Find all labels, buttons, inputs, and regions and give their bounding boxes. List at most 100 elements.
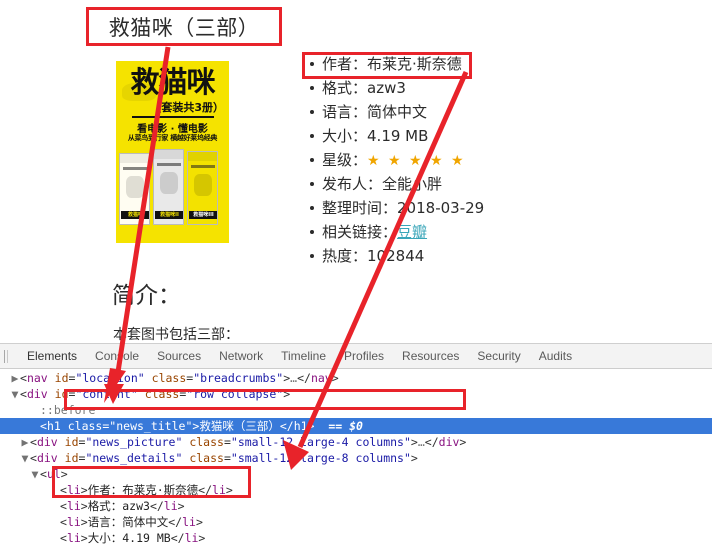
- devtools-tab-elements[interactable]: Elements: [18, 345, 86, 368]
- detail-item: 整理时间：2018-03-29: [309, 196, 484, 220]
- cover-book-stack: 救猫咪 救猫咪II 救猫咪III: [118, 147, 227, 225]
- dom-token-punct: >: [198, 531, 206, 544]
- dom-row[interactable]: ▼ <div id="news_details" class="small-12 …: [0, 450, 712, 466]
- dom-token-tag: li: [182, 515, 196, 529]
- disclosure-triangle-collapsed-icon[interactable]: ▶: [10, 370, 20, 386]
- detail-label: 相关链接：: [322, 223, 398, 241]
- detail-label: 大小：: [322, 127, 368, 145]
- dom-token-punct: </: [279, 419, 294, 433]
- dom-token-punct: </: [297, 371, 311, 385]
- disclosure-triangle-expanded-icon[interactable]: ▼: [10, 386, 20, 402]
- dom-token-tag: h1: [293, 419, 308, 433]
- dom-row[interactable]: <li>格式：azw3</li>: [0, 498, 712, 514]
- book-cat-icon: [126, 176, 144, 198]
- dom-token-punct: [145, 371, 152, 385]
- devtools-tabbar-divider: [7, 349, 8, 363]
- detail-label: 格式：: [322, 79, 368, 97]
- devtools-tab-console[interactable]: Console: [86, 345, 148, 368]
- dom-row[interactable]: <li>语言：简体中文</li>: [0, 514, 712, 530]
- dom-token-punct: >: [60, 467, 68, 481]
- devtools-tab-audits[interactable]: Audits: [530, 345, 581, 368]
- disclosure-triangle-expanded-icon[interactable]: ▼: [20, 450, 30, 466]
- dom-no-twisty: [30, 402, 40, 418]
- book-cat-icon: [194, 174, 212, 196]
- dom-token-punct: >: [80, 515, 88, 529]
- dom-row[interactable]: ▼ <div id="content" class="row collapse">: [0, 386, 712, 402]
- dom-tree-view[interactable]: ▶ <nav id="location" class="breadcrumbs">…: [0, 369, 712, 544]
- dom-row-selected[interactable]: <h1 class="news_title">救猫咪（三部）</h1> == $…: [0, 418, 712, 434]
- detail-item: 相关链接：豆瓣: [309, 220, 484, 244]
- dom-token-tag: li: [66, 499, 81, 513]
- detail-item: 星级：★ ★ ★ ★ ★: [309, 148, 484, 172]
- dom-token-attr: class: [189, 435, 224, 449]
- dom-token-punct: >: [225, 483, 233, 497]
- dom-token-aval: "small-12 large-8 columns": [230, 451, 411, 465]
- detail-label: 语言：: [322, 103, 368, 121]
- intro-text: 本套图书包括三部：: [113, 327, 239, 343]
- dom-token-txt: 大小：4.19 MB: [87, 531, 171, 544]
- dom-row[interactable]: ::before: [0, 402, 712, 418]
- book-band: [157, 163, 181, 166]
- book-cover-image[interactable]: 救猫咪 （套装共3册） 看电影 · 懂电影 从菜鸟到行家 横越好莱坞经典 救猫咪…: [116, 61, 229, 243]
- devtools-tab-network[interactable]: Network: [210, 345, 272, 368]
- dom-token-txt: 救猫咪（三部）: [199, 419, 280, 433]
- cover-book-3: 救猫咪III: [187, 151, 218, 225]
- dom-token-punct: >: [283, 387, 291, 401]
- dom-token-tag: nav: [310, 371, 332, 385]
- dom-token-punct: [48, 387, 55, 401]
- dom-token-txt: 格式：azw3: [87, 499, 150, 513]
- detail-item: 语言：简体中文: [309, 100, 484, 124]
- dom-token-attr: id: [54, 371, 69, 385]
- dom-token-tag: div: [36, 435, 58, 449]
- dom-token-txt: 作者：布莱克·斯奈德: [87, 483, 199, 497]
- dom-token-aval: "small-12 large-4 columns": [230, 435, 411, 449]
- douban-link[interactable]: 豆瓣: [397, 223, 427, 241]
- book-cat-icon: [160, 172, 178, 194]
- dom-token-punct: <: [30, 451, 37, 465]
- dom-token-tag: li: [66, 531, 81, 544]
- dom-token-punct: [58, 435, 65, 449]
- devtools-tab-profiles[interactable]: Profiles: [335, 345, 393, 368]
- dom-token-tag: li: [184, 531, 199, 544]
- dom-token-punct: <: [20, 387, 27, 401]
- dom-token-punct: <: [60, 499, 67, 513]
- dom-token-punct: >: [410, 435, 418, 449]
- dom-no-twisty: [50, 514, 60, 530]
- book-band: [191, 165, 215, 168]
- dom-no-twisty: [30, 418, 40, 434]
- dom-token-punct: >: [331, 371, 339, 385]
- disclosure-triangle-expanded-icon[interactable]: ▼: [30, 466, 40, 482]
- dom-token-punct: <: [20, 371, 27, 385]
- dom-token-punct: >: [80, 483, 88, 497]
- dom-row[interactable]: ▼ <ul>: [0, 466, 712, 482]
- book-top-band: [120, 154, 149, 163]
- cover-book-2-label: 救猫咪II: [155, 211, 183, 219]
- dom-token-aval: "news_details": [85, 451, 183, 465]
- devtools-tab-security[interactable]: Security: [468, 345, 529, 368]
- dom-token-tag: li: [66, 515, 81, 529]
- book-top-band: [188, 152, 217, 161]
- devtools-tab-timeline[interactable]: Timeline: [272, 345, 335, 368]
- devtools-tab-sources[interactable]: Sources: [148, 345, 210, 368]
- dom-row[interactable]: <li>作者：布莱克·斯奈德</li>: [0, 482, 712, 498]
- detail-label: 星级：: [322, 151, 368, 169]
- disclosure-triangle-collapsed-icon[interactable]: ▶: [20, 434, 30, 450]
- dom-token-punct: </: [198, 483, 213, 497]
- dom-row[interactable]: ▶ <nav id="location" class="breadcrumbs">…: [0, 370, 712, 386]
- dom-token-aval: "news_title": [109, 419, 193, 433]
- dom-row[interactable]: ▶ <div id="news_picture" class="small-12 …: [0, 434, 712, 450]
- cover-divider: [132, 116, 214, 118]
- devtools-drag-handle[interactable]: [4, 349, 5, 363]
- dom-token-tag: div: [26, 387, 48, 401]
- cover-book-1: 救猫咪: [119, 153, 150, 225]
- cover-book-1-label: 救猫咪: [121, 211, 149, 219]
- dom-token-punct: <: [60, 531, 67, 544]
- dom-token-tag: div: [438, 435, 460, 449]
- devtools-tab-resources[interactable]: Resources: [393, 345, 468, 368]
- dom-token-attr: id: [64, 451, 79, 465]
- dom-token-ellip: …: [417, 435, 425, 449]
- dom-token-punct: >: [410, 451, 418, 465]
- dom-token-punct: <: [40, 419, 47, 433]
- detail-value: 简体中文: [367, 103, 428, 121]
- book-top-band: [154, 150, 183, 159]
